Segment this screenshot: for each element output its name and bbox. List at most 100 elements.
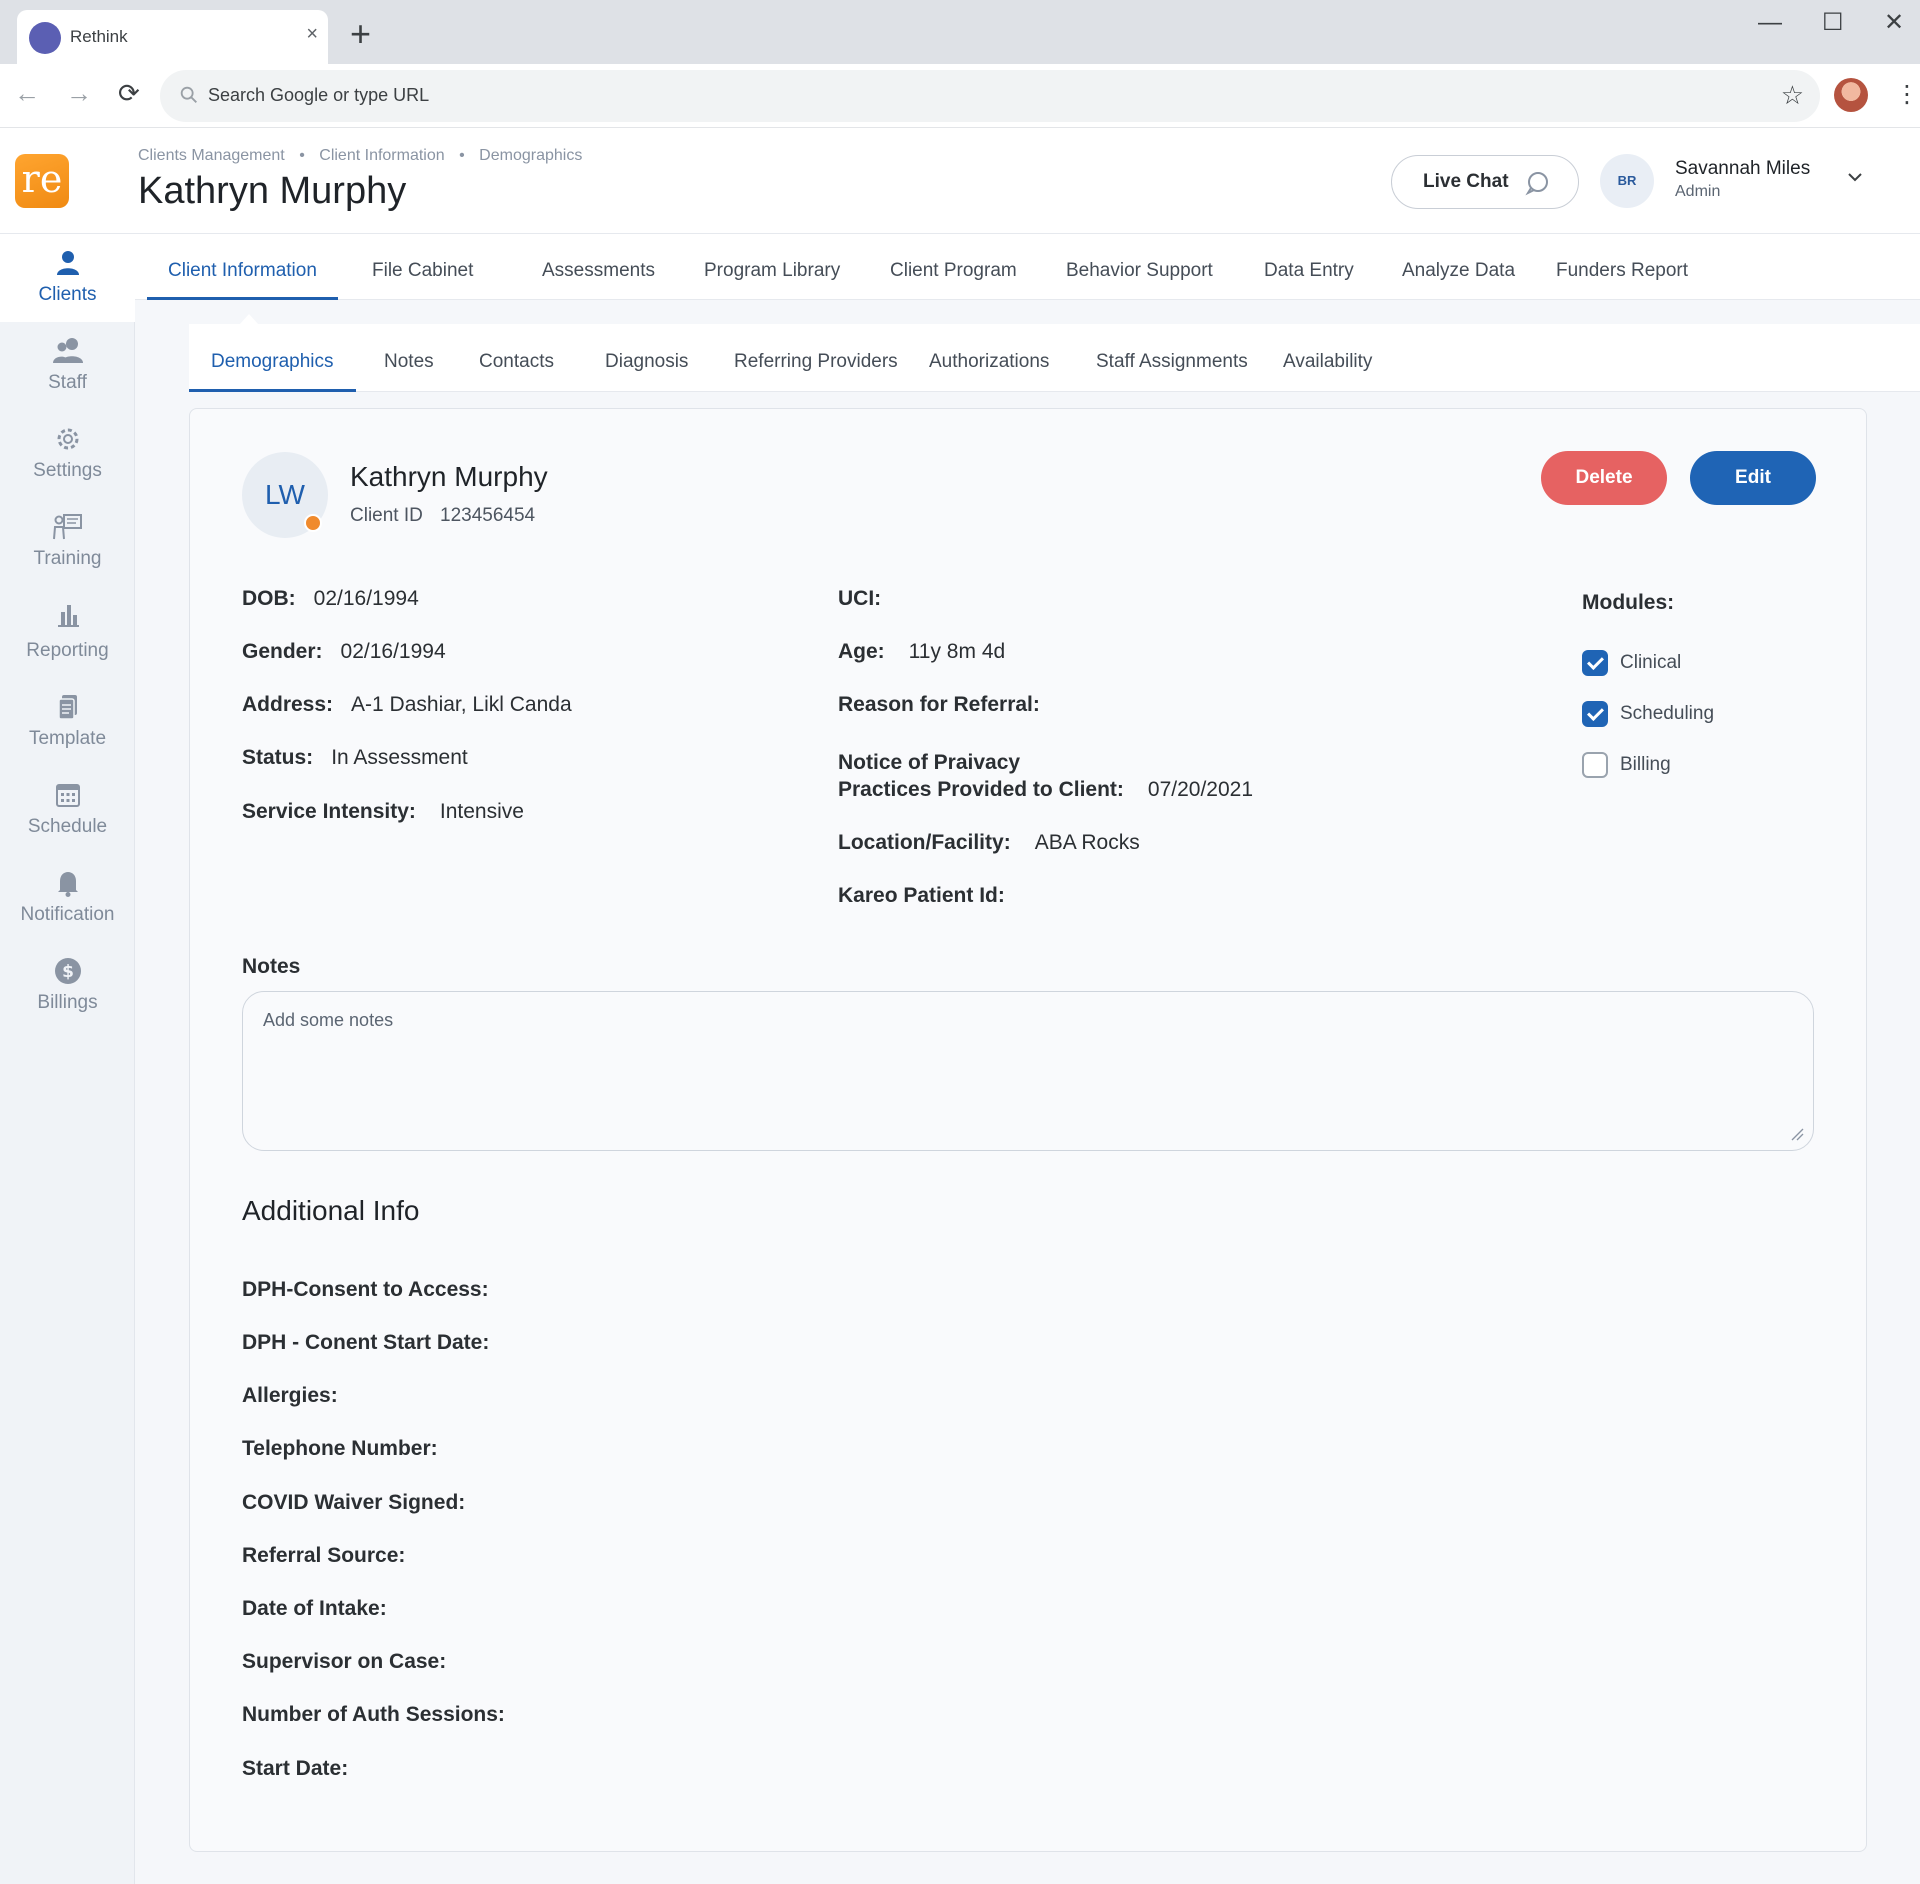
tab-availability[interactable]: Availability (1261, 324, 1394, 392)
document-icon (57, 695, 77, 720)
minimize-button[interactable]: — (1758, 8, 1782, 38)
sidebar-item-clients[interactable]: Clients (0, 234, 135, 322)
resize-handle-icon[interactable] (1790, 1127, 1804, 1141)
field-label: Kareo Patient Id: (838, 884, 1005, 907)
search-icon (180, 86, 197, 103)
demographics-card: LW Kathryn Murphy Client ID 123456454 De… (189, 408, 1867, 1852)
tab-behavior-support[interactable]: Behavior Support (1045, 234, 1234, 300)
bookmark-star-icon[interactable]: ☆ (1781, 81, 1804, 109)
module-label: Billing (1620, 754, 1671, 775)
module-billing[interactable]: Billing (1582, 752, 1671, 778)
module-scheduling[interactable]: Scheduling (1582, 701, 1714, 727)
sidebar-item-staff[interactable]: Staff (0, 322, 135, 410)
field-value: 02/16/1994 (340, 640, 446, 663)
field-status: Status: In Assessment (242, 746, 468, 770)
tab-contacts[interactable]: Contacts (457, 324, 576, 392)
module-label: Scheduling (1620, 703, 1715, 724)
module-clinical[interactable]: Clinical (1582, 650, 1681, 676)
sidebar-item-label: Settings (33, 460, 102, 481)
field-telephone-number: Telephone Number: (242, 1437, 438, 1460)
sidebar-item-reporting[interactable]: Reporting (0, 586, 135, 678)
sidebar-item-label: Notification (20, 904, 115, 925)
field-gender: Gender: 02/16/1994 (242, 640, 446, 664)
tab-client-program[interactable]: Client Program (869, 234, 1038, 300)
user-avatar[interactable]: BR (1600, 154, 1654, 208)
tab-demographics[interactable]: Demographics (189, 324, 356, 392)
sidebar-item-training[interactable]: Training (0, 498, 135, 586)
address-bar[interactable]: Search Google or type URL ☆ (160, 70, 1820, 122)
field-label: Service Intensity: (242, 800, 416, 823)
live-chat-button[interactable]: Live Chat (1391, 155, 1579, 209)
tab-close-icon[interactable]: × (306, 24, 318, 44)
sidebar-item-settings[interactable]: Settings (0, 410, 135, 498)
sidebar-item-notification[interactable]: Notification (0, 854, 135, 942)
favicon-icon (29, 22, 61, 54)
field-kareo-patient-id: Kareo Patient Id: (838, 884, 1023, 908)
breadcrumb-item[interactable]: Client Information (319, 147, 444, 164)
field-start-date: Start Date: (242, 1757, 349, 1780)
tab-data-entry[interactable]: Data Entry (1243, 234, 1375, 300)
tab-referring-providers[interactable]: Referring Providers (712, 324, 920, 392)
new-tab-button[interactable]: + (350, 16, 371, 52)
tab-analyze-data[interactable]: Analyze Data (1381, 234, 1536, 300)
field-address: Address: A-1 Dashiar, Likl Canda (242, 693, 572, 717)
field-age: Age: 11y 8m 4d (838, 640, 1005, 664)
app-logo[interactable]: re (15, 154, 69, 208)
back-arrow-icon[interactable]: ← (14, 78, 40, 108)
modules-title: Modules: (1582, 591, 1675, 614)
tab-funders-report[interactable]: Funders Report (1535, 234, 1709, 300)
client-name: Kathryn Murphy (350, 461, 548, 492)
tab-client-information[interactable]: Client Information (147, 234, 338, 300)
tab-notes[interactable]: Notes (362, 324, 456, 392)
dollar-icon: $ (54, 958, 81, 984)
sidebar-item-template[interactable]: Template (0, 678, 135, 766)
tab-authorizations[interactable]: Authorizations (907, 324, 1071, 392)
checkbox-checked[interactable] (1582, 650, 1608, 676)
tab-file-cabinet[interactable]: File Cabinet (351, 234, 494, 300)
maximize-button[interactable]: ☐ (1822, 8, 1844, 38)
bell-icon (57, 872, 78, 897)
forward-arrow-icon[interactable]: → (66, 78, 92, 108)
notes-label: Notes (242, 955, 301, 978)
edit-button[interactable]: Edit (1690, 451, 1816, 505)
sidebar: Clients Staff Settings Training Reportin… (0, 234, 135, 1884)
field-value: A-1 Dashiar, Likl Canda (351, 693, 572, 716)
tab-diagnosis[interactable]: Diagnosis (583, 324, 710, 392)
bar-chart-icon (57, 605, 79, 627)
tab-assessments[interactable]: Assessments (521, 234, 676, 300)
breadcrumb-item[interactable]: Clients Management (138, 147, 285, 164)
status-indicator (304, 514, 322, 532)
breadcrumb: Clients Management • Client Information … (138, 147, 582, 165)
checkbox-checked[interactable] (1582, 701, 1608, 727)
close-window-button[interactable]: ✕ (1884, 8, 1904, 38)
sidebar-item-label: Training (33, 548, 102, 569)
browser-tab[interactable]: Rethink × (17, 10, 328, 64)
calendar-icon (55, 784, 80, 807)
field-label: Notice of Praivacy (838, 751, 1021, 774)
user-name: Savannah Miles (1675, 158, 1811, 179)
field-label: Reason for Referral: (838, 693, 1040, 716)
sidebar-item-label: Template (28, 728, 107, 749)
field-label: DOB: (242, 587, 296, 610)
browser-menu-icon[interactable]: ⋮ (1895, 80, 1919, 110)
notes-textarea[interactable] (242, 991, 1814, 1151)
field-notice-of-privacy: Notice of Praivacy Practices Provided to… (838, 749, 1253, 803)
reload-icon[interactable]: ⟳ (118, 78, 140, 108)
tab-staff-assignments[interactable]: Staff Assignments (1074, 324, 1270, 392)
gear-icon (57, 428, 78, 450)
tab-program-library[interactable]: Program Library (683, 234, 861, 300)
people-icon (52, 338, 83, 363)
field-value: ABA Rocks (1034, 831, 1140, 854)
field-number-of-auth-sessions: Number of Auth Sessions: (242, 1703, 505, 1726)
sidebar-item-billings[interactable]: $ Billings (0, 942, 135, 1030)
browser-profile-avatar[interactable] (1834, 78, 1868, 112)
sidebar-item-schedule[interactable]: Schedule (0, 766, 135, 854)
delete-button[interactable]: Delete (1541, 451, 1667, 505)
checkbox-unchecked[interactable] (1582, 752, 1608, 778)
app-header: re Clients Management • Client Informati… (0, 128, 1920, 234)
field-referral-source: Referral Source: (242, 1544, 406, 1567)
field-date-of-intake: Date of Intake: (242, 1597, 387, 1620)
chevron-down-icon[interactable] (1846, 168, 1864, 186)
browser-tab-title: Rethink (70, 27, 128, 46)
breadcrumb-separator: • (299, 147, 305, 164)
